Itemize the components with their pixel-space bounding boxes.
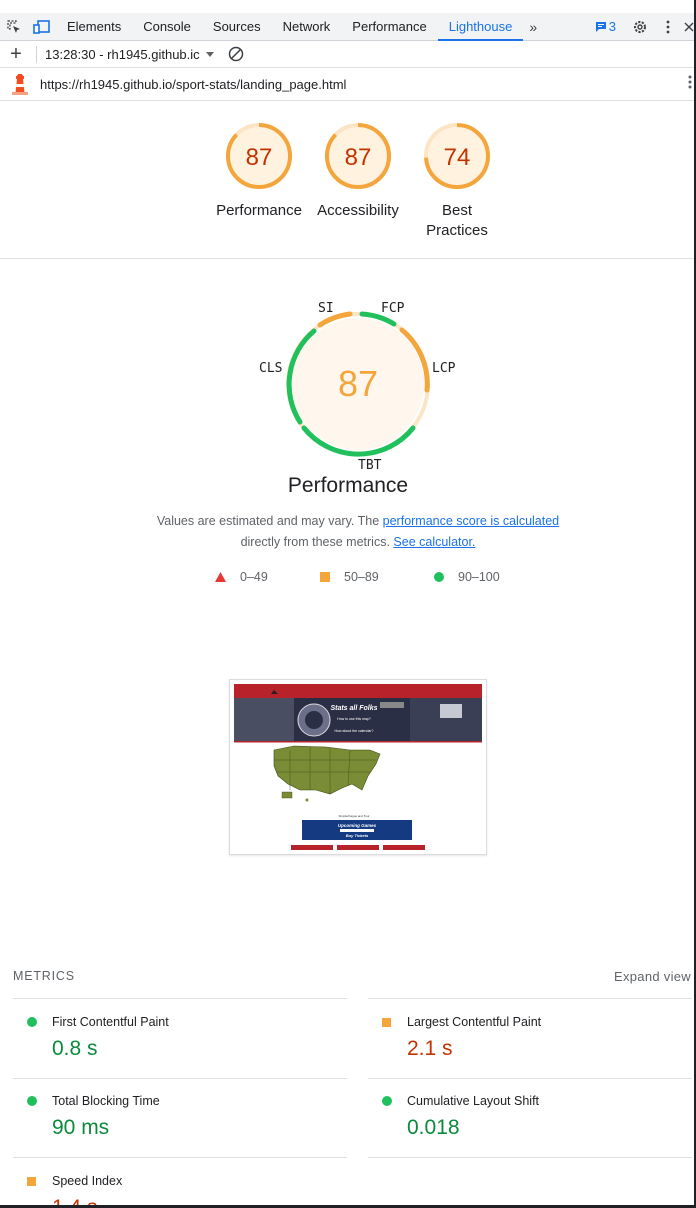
metric-lcp-label: Largest Contentful Paint [407,1015,542,1029]
metric-fcp-value: 0.8 s [52,1037,98,1060]
tab-performance[interactable]: Performance [341,13,437,41]
report-url-bar: https://rh1945.github.io/sport-stats/lan… [0,68,696,101]
toolbar-divider [36,45,37,63]
issues-count: 3 [608,19,616,34]
thumb-panel-title: Upcoming Games [338,823,377,828]
settings-gear-icon[interactable] [626,13,654,41]
legend-average-range: 50–89 [344,570,379,584]
tag-cls[interactable]: CLS [259,361,282,376]
thumb-heading: Stats all Folks [330,705,377,712]
gauge-score: 74 [444,144,471,171]
gauge-label-accessibility: Accessibility [317,202,399,219]
thumb-sub1: How to use this map? [337,717,371,721]
thumb-caption: Simplerhague and Tour [339,814,370,818]
clear-reports-icon[interactable] [228,46,244,62]
gauge-best-practices[interactable]: 74 Best Practices [412,121,502,241]
metric-tbt: Total Blocking Time 90 ms [26,1094,348,1140]
performance-title: Performance [287,474,409,497]
tab-lighthouse[interactable]: Lighthouse [437,13,524,41]
performance-score: 87 [338,363,378,404]
report-menu-kebab-icon[interactable] [688,74,692,90]
metric-si: Speed Index 1.4 s [26,1174,348,1208]
metrics-divider [13,998,347,999]
metric-cls-value: 0.018 [407,1116,460,1139]
metric-lcp: Largest Contentful Paint 2.1 s [381,1015,696,1061]
tag-fcp[interactable]: FCP [381,301,404,316]
desc-prefix: Values are estimated and may vary. The [156,514,383,528]
expand-view-toggle[interactable]: Expand view [614,969,691,984]
legend-average: 50–89 [320,570,379,584]
tab-console[interactable]: Console [132,13,202,41]
average-square-icon [382,1017,391,1027]
score-calculated-link[interactable]: performance score is calculated [383,514,559,528]
tab-sources[interactable]: Sources [202,13,272,41]
square-icon [320,572,330,582]
performance-metric-gauge: 87 [286,311,430,457]
lighthouse-logo-icon [0,73,40,95]
gauge-score: 87 [345,144,372,171]
devtools-tab-bar: Elements Console Sources Network Perform… [0,13,696,41]
pass-circle-icon [27,1017,37,1027]
tab-elements[interactable]: Elements [56,13,132,41]
report-select-label: 13:28:30 - rh1945.github.ic [45,46,200,62]
tag-si[interactable]: SI [318,301,334,316]
more-tabs-chevron-icon[interactable]: » [523,19,543,35]
page-screenshot-image: Stats all Folks How to use this map? How… [230,680,486,854]
gauge-performance[interactable]: 87 Performance [214,121,304,221]
gauge-label-performance: Performance [216,202,302,219]
metric-cls: Cumulative Layout Shift 0.018 [381,1094,696,1140]
performance-gauge-ring: 87 [226,123,292,189]
pass-circle-icon [27,1096,37,1106]
report-url[interactable]: https://rh1945.github.io/sport-stats/lan… [40,77,346,92]
metrics-divider [368,1157,692,1158]
metrics-divider [368,998,692,999]
metric-si-label: Speed Index [52,1174,123,1188]
more-options-kebab-icon[interactable] [654,13,682,41]
triangle-icon [215,572,226,582]
metric-tbt-label: Total Blocking Time [52,1094,160,1108]
circle-icon [434,572,444,582]
category-gauges: 87 Performance 87 Accessibility 74 Best … [0,101,696,259]
message-icon [595,21,606,32]
legend-fail-range: 0–49 [240,570,268,584]
best-practices-gauge-ring: 74 [424,123,490,189]
gauge-score: 87 [246,144,273,171]
metric-cls-label: Cumulative Layout Shift [407,1094,540,1108]
tag-tbt[interactable]: TBT [358,458,381,473]
legend-pass-range: 90–100 [458,570,500,584]
metric-fcp-label: First Contentful Paint [52,1015,169,1029]
issues-badge[interactable]: 3 [585,19,626,34]
average-square-icon [27,1176,36,1186]
pass-circle-icon [382,1096,392,1106]
final-screenshot-thumbnail[interactable]: Stats all Folks How to use this map? How… [229,679,487,855]
desc-middle: directly from these metrics. [240,535,394,549]
legend-pass: 90–100 [434,570,500,584]
gauge-accessibility[interactable]: 87 Accessibility [313,121,403,221]
new-report-plus-icon[interactable]: + [0,41,32,68]
tag-lcp[interactable]: LCP [432,361,455,376]
inspect-element-icon[interactable] [0,13,28,41]
metric-lcp-value: 2.1 s [407,1037,453,1060]
device-toolbar-icon[interactable] [28,13,56,41]
see-calculator-link[interactable]: See calculator. [393,535,475,549]
metrics-divider [13,1157,347,1158]
metric-tbt-value: 90 ms [52,1116,110,1139]
metrics-heading: METRICS [13,969,75,983]
metric-fcp: First Contentful Paint 0.8 s [26,1015,348,1061]
dropdown-caret-icon [205,51,214,57]
tab-network[interactable]: Network [272,13,342,41]
thumb-panel-sub: Buy Tickets [346,833,369,838]
lighthouse-toolbar: + 13:28:30 - rh1945.github.ic [0,41,696,68]
performance-description: Values are estimated and may vary. The p… [140,511,576,553]
thumb-sub2: How about the calendar? [335,729,374,733]
metrics-divider [13,1078,347,1079]
legend-fail: 0–49 [215,570,268,584]
accessibility-gauge-ring: 87 [325,123,391,189]
gauge-label-best-practices: Best Practices [426,202,488,239]
report-select[interactable]: 13:28:30 - rh1945.github.ic [45,47,214,62]
metrics-divider [368,1078,692,1079]
